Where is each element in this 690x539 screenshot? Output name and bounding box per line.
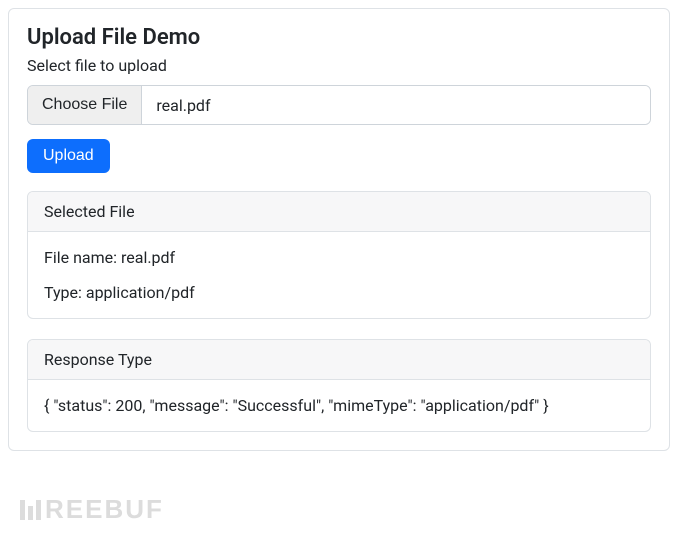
subtitle-label: Select file to upload — [27, 56, 651, 75]
selected-file-header: Selected File — [28, 192, 650, 232]
upload-card: Upload File Demo Select file to upload C… — [8, 8, 670, 451]
response-text: { "status": 200, "message": "Successful"… — [44, 396, 634, 415]
watermark-text: REEBUF — [45, 494, 164, 525]
response-panel: Response Type { "status": 200, "message"… — [27, 339, 651, 432]
watermark-icon — [20, 500, 41, 520]
response-header: Response Type — [28, 340, 650, 380]
file-input[interactable]: Choose File real.pdf — [27, 85, 651, 125]
selected-file-body: File name: real.pdf Type: application/pd… — [28, 232, 650, 318]
page-title: Upload File Demo — [27, 25, 651, 50]
watermark: REEBUF — [20, 494, 164, 525]
upload-button[interactable]: Upload — [27, 139, 110, 173]
file-name-line: File name: real.pdf — [44, 248, 634, 267]
response-body: { "status": 200, "message": "Successful"… — [28, 380, 650, 431]
selected-file-name: real.pdf — [142, 86, 650, 124]
choose-file-button[interactable]: Choose File — [28, 86, 142, 124]
file-type-line: Type: application/pdf — [44, 283, 634, 302]
selected-file-panel: Selected File File name: real.pdf Type: … — [27, 191, 651, 319]
